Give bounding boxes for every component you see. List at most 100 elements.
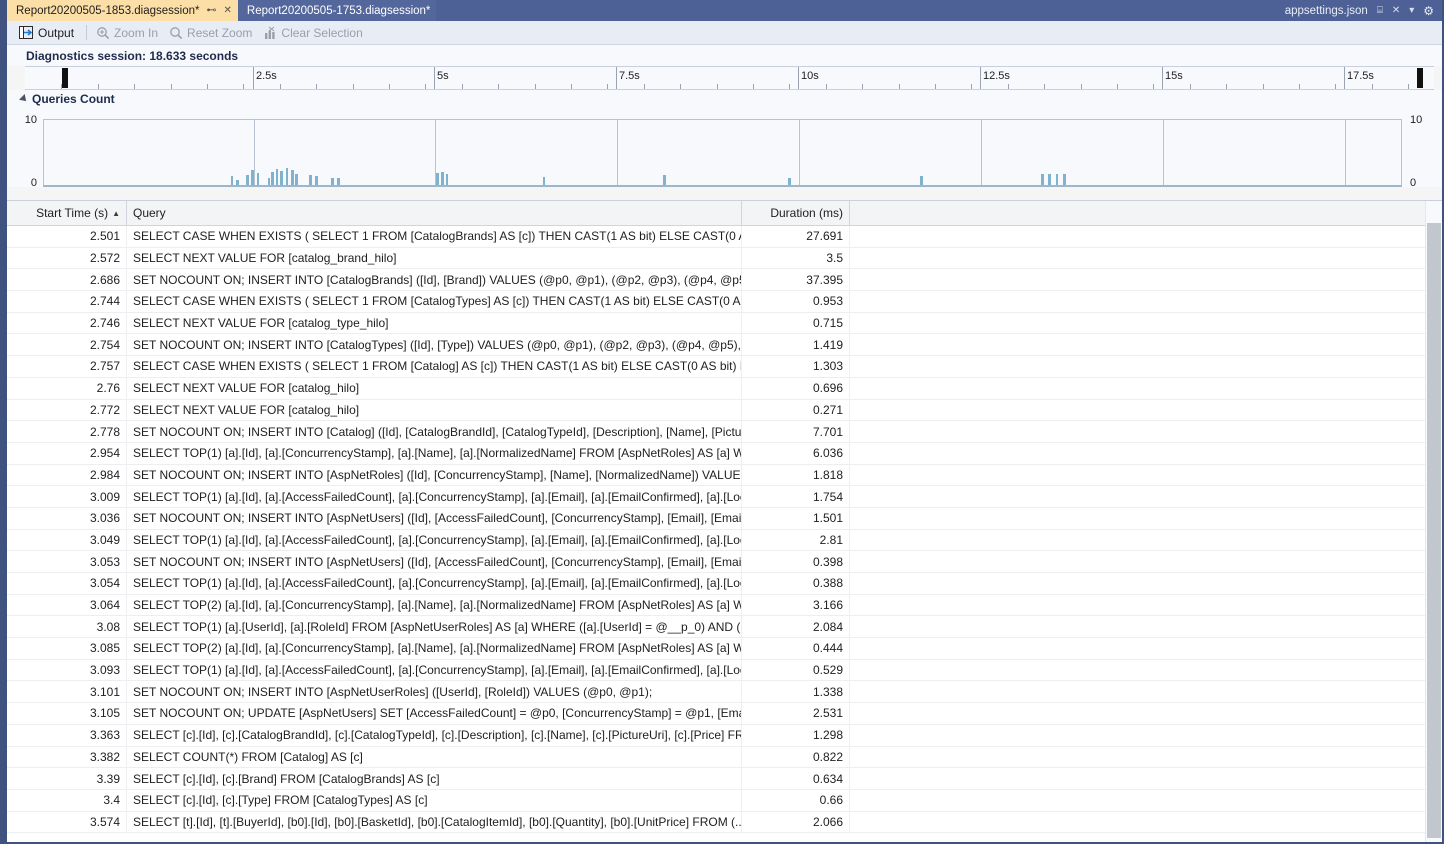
table-row[interactable]: 3.053SET NOCOUNT ON; INSERT INTO [AspNet… bbox=[7, 551, 1425, 573]
table-row[interactable]: 3.009SELECT TOP(1) [a].[Id], [a].[Access… bbox=[7, 486, 1425, 508]
chart-gridline bbox=[617, 120, 618, 185]
cell-query: SET NOCOUNT ON; INSERT INTO [AspNetUserR… bbox=[127, 681, 742, 702]
cell-query: SELECT TOP(1) [a].[UserId], [a].[RoleId]… bbox=[127, 616, 742, 637]
cell-query: SELECT NEXT VALUE FOR [catalog_type_hilo… bbox=[127, 313, 742, 334]
table-row[interactable]: 3.08SELECT TOP(1) [a].[UserId], [a].[Rol… bbox=[7, 616, 1425, 638]
chart-bar bbox=[663, 175, 666, 185]
cell-query: SELECT NEXT VALUE FOR [catalog_hilo] bbox=[127, 378, 742, 399]
cell-query: SELECT TOP(2) [a].[Id], [a].[Concurrency… bbox=[127, 595, 742, 616]
table-row[interactable]: 3.363SELECT [c].[Id], [c].[CatalogBrandI… bbox=[7, 725, 1425, 747]
tab-report-1753[interactable]: Report20200505-1753.diagsession* bbox=[238, 0, 437, 21]
column-header-duration[interactable]: Duration (ms) bbox=[742, 201, 850, 225]
queries-count-title: Queries Count bbox=[32, 92, 115, 106]
ruler-tick-label: 15s bbox=[1162, 70, 1183, 82]
clear-selection-button[interactable]: Clear Selection bbox=[259, 23, 369, 42]
chart-bar bbox=[291, 170, 294, 185]
table-row[interactable]: 2.772SELECT NEXT VALUE FOR [catalog_hilo… bbox=[7, 400, 1425, 422]
cell-query: SET NOCOUNT ON; INSERT INTO [CatalogBran… bbox=[127, 269, 742, 290]
ruler-minor-tick bbox=[389, 84, 390, 89]
table-row[interactable]: 3.049SELECT TOP(1) [a].[Id], [a].[Access… bbox=[7, 530, 1425, 552]
tab-report-1853[interactable]: Report20200505-1853.diagsession* ⊷ ✕ bbox=[7, 0, 238, 21]
cell-duration: 2.81 bbox=[742, 530, 850, 551]
chart-gridline bbox=[799, 120, 800, 185]
gear-icon[interactable]: ⚙ bbox=[1423, 4, 1434, 18]
table-row[interactable]: 2.757SELECT CASE WHEN EXISTS ( SELECT 1 … bbox=[7, 356, 1425, 378]
table-row[interactable]: 3.4SELECT [c].[Id], [c].[Type] FROM [Cat… bbox=[7, 790, 1425, 812]
chart-bar bbox=[1056, 174, 1059, 185]
table-row[interactable]: 2.76SELECT NEXT VALUE FOR [catalog_hilo]… bbox=[7, 378, 1425, 400]
chart-bar bbox=[1048, 174, 1051, 185]
zoom-in-button[interactable]: Zoom In bbox=[92, 23, 165, 42]
ruler-minor-tick bbox=[134, 84, 135, 89]
cell-duration: 2.084 bbox=[742, 616, 850, 637]
chart-bar bbox=[788, 178, 791, 185]
ruler-minor-tick bbox=[1372, 84, 1373, 89]
pin-icon-right[interactable]: ⌸ bbox=[1377, 5, 1383, 16]
expander-triangle-icon[interactable] bbox=[19, 94, 29, 104]
timeline-marker-start-handle[interactable] bbox=[62, 68, 68, 88]
table-row[interactable]: 2.572SELECT NEXT VALUE FOR [catalog_bran… bbox=[7, 248, 1425, 270]
output-label: Output bbox=[38, 26, 74, 40]
chart-bar bbox=[331, 178, 334, 185]
ruler-minor-tick bbox=[717, 84, 718, 89]
table-row[interactable]: 3.101SET NOCOUNT ON; INSERT INTO [AspNet… bbox=[7, 681, 1425, 703]
pin-icon[interactable]: ⊷ bbox=[207, 6, 217, 16]
table-row[interactable]: 3.064SELECT TOP(2) [a].[Id], [a].[Concur… bbox=[7, 595, 1425, 617]
timeline-ruler[interactable]: 2.5s5s7.5s10s12.5s15s17.5s bbox=[25, 66, 1434, 90]
close-icon-right[interactable]: ✕ bbox=[1392, 5, 1400, 16]
grid-rows-container: 2.501SELECT CASE WHEN EXISTS ( SELECT 1 … bbox=[7, 226, 1425, 833]
chevron-down-icon[interactable]: ▾ bbox=[1409, 5, 1414, 16]
cell-start-time: 3.093 bbox=[7, 660, 127, 681]
table-row[interactable]: 3.036SET NOCOUNT ON; INSERT INTO [AspNet… bbox=[7, 508, 1425, 530]
ruler-minor-tick bbox=[1408, 84, 1409, 89]
cell-filler bbox=[850, 530, 1425, 551]
table-row[interactable]: 3.574SELECT [t].[Id], [t].[BuyerId], [b0… bbox=[7, 812, 1425, 834]
cell-filler bbox=[850, 443, 1425, 464]
ruler-minor-tick bbox=[1299, 84, 1300, 89]
table-row[interactable]: 2.746SELECT NEXT VALUE FOR [catalog_type… bbox=[7, 313, 1425, 335]
vertical-scrollbar-thumb[interactable] bbox=[1427, 223, 1441, 838]
ruler-minor-tick bbox=[899, 84, 900, 89]
column-header-query[interactable]: Query bbox=[127, 201, 742, 225]
table-row[interactable]: 3.39SELECT [c].[Id], [c].[Brand] FROM [C… bbox=[7, 768, 1425, 790]
cell-query: SELECT [c].[Id], [c].[CatalogBrandId], [… bbox=[127, 725, 742, 746]
chart-plot-area[interactable] bbox=[43, 119, 1402, 187]
appsettings-tab-label[interactable]: appsettings.json bbox=[1285, 5, 1368, 17]
cell-query: SELECT TOP(1) [a].[Id], [a].[Concurrency… bbox=[127, 443, 742, 464]
table-row[interactable]: 3.054SELECT TOP(1) [a].[Id], [a].[Access… bbox=[7, 573, 1425, 595]
table-row[interactable]: 2.984SET NOCOUNT ON; INSERT INTO [AspNet… bbox=[7, 465, 1425, 487]
reset-zoom-button[interactable]: Reset Zoom bbox=[165, 23, 259, 42]
table-row[interactable]: 3.093SELECT TOP(1) [a].[Id], [a].[Access… bbox=[7, 660, 1425, 682]
cell-start-time: 3.101 bbox=[7, 681, 127, 702]
cell-start-time: 2.984 bbox=[7, 465, 127, 486]
table-row[interactable]: 2.501SELECT CASE WHEN EXISTS ( SELECT 1 … bbox=[7, 226, 1425, 248]
chart-bar bbox=[309, 175, 312, 185]
table-row[interactable]: 3.382SELECT COUNT(*) FROM [Catalog] AS [… bbox=[7, 747, 1425, 769]
table-row[interactable]: 2.744SELECT CASE WHEN EXISTS ( SELECT 1 … bbox=[7, 291, 1425, 313]
toolbar-separator bbox=[86, 25, 87, 40]
ruler-minor-tick bbox=[243, 84, 244, 89]
timeline-marker-end-handle[interactable] bbox=[1417, 68, 1423, 88]
chart-bar bbox=[251, 170, 254, 185]
queries-count-header[interactable]: Queries Count bbox=[7, 90, 1442, 107]
column-header-start-time[interactable]: Start Time (s) ▲ bbox=[7, 201, 127, 225]
cell-duration: 3.166 bbox=[742, 595, 850, 616]
table-row[interactable]: 2.754SET NOCOUNT ON; INSERT INTO [Catalo… bbox=[7, 334, 1425, 356]
table-row[interactable]: 3.105SET NOCOUNT ON; UPDATE [AspNetUsers… bbox=[7, 703, 1425, 725]
queries-grid: Start Time (s) ▲ Query Duration (ms) 2.5… bbox=[7, 200, 1442, 842]
table-row[interactable]: 2.954SELECT TOP(1) [a].[Id], [a].[Concur… bbox=[7, 443, 1425, 465]
ruler-minor-tick bbox=[1190, 84, 1191, 89]
cell-duration: 6.036 bbox=[742, 443, 850, 464]
table-row[interactable]: 2.686SET NOCOUNT ON; INSERT INTO [Catalo… bbox=[7, 269, 1425, 291]
output-button[interactable]: Output bbox=[15, 23, 81, 42]
cell-start-time: 2.744 bbox=[7, 291, 127, 312]
table-row[interactable]: 3.085SELECT TOP(2) [a].[Id], [a].[Concur… bbox=[7, 638, 1425, 660]
close-icon[interactable]: ✕ bbox=[224, 6, 232, 16]
cell-query: SELECT COUNT(*) FROM [Catalog] AS [c] bbox=[127, 747, 742, 768]
ruler-minor-tick bbox=[535, 84, 536, 89]
ruler-minor-tick bbox=[207, 84, 208, 89]
vertical-scrollbar[interactable] bbox=[1425, 201, 1442, 842]
queries-count-chart: 10 0 10 0 bbox=[7, 107, 1442, 187]
table-row[interactable]: 2.778SET NOCOUNT ON; INSERT INTO [Catalo… bbox=[7, 421, 1425, 443]
cell-duration: 1.818 bbox=[742, 465, 850, 486]
